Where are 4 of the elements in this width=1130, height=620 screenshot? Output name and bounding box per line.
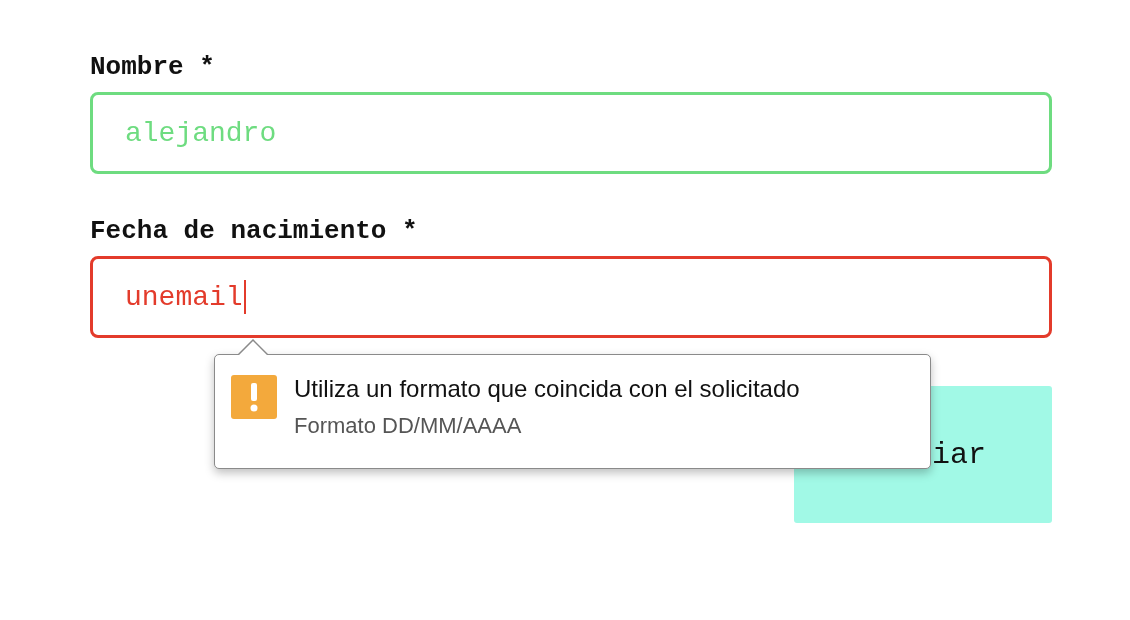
field-label: Nombre * [90, 52, 215, 82]
error-message: Utiliza un formato que coincida con el solicitado [294, 375, 800, 403]
field-label: Fecha de nacimiento * [90, 216, 418, 246]
format-hint: Formato DD/MM/AAAA [294, 413, 523, 439]
